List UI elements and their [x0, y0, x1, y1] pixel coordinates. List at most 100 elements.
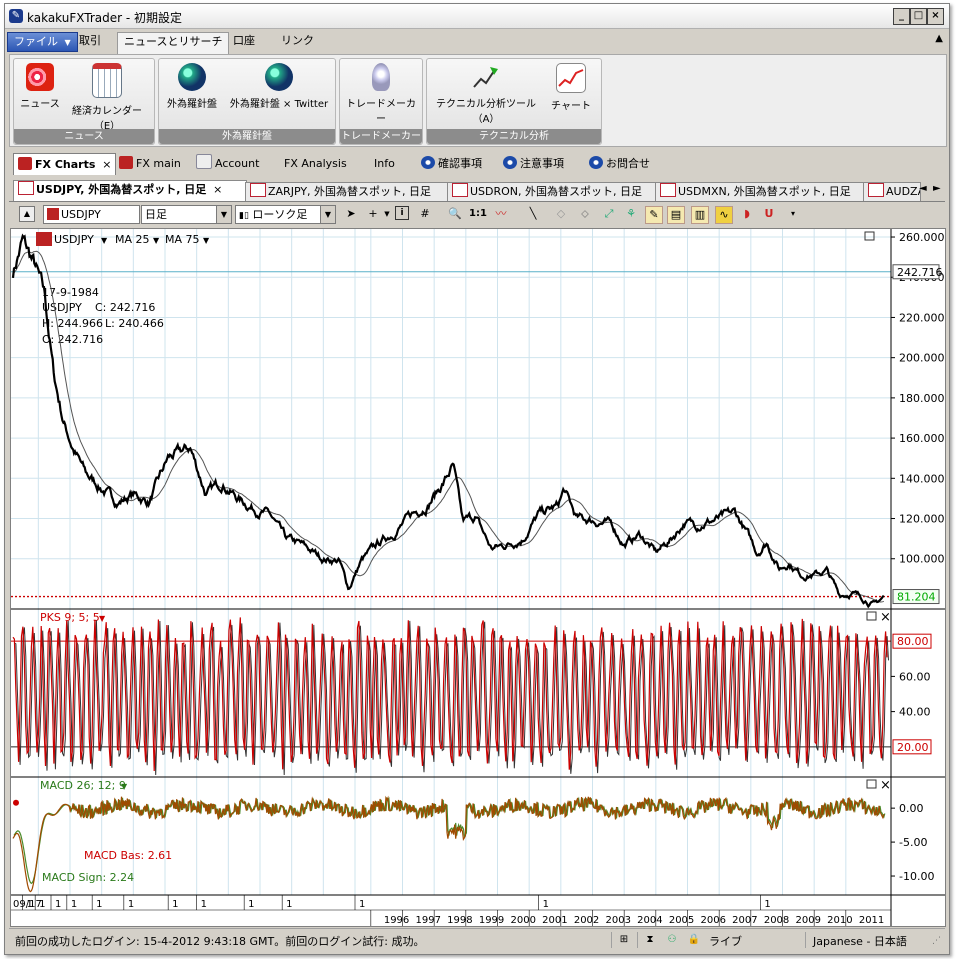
- trade-maker-button[interactable]: トレードメーカー: [343, 63, 419, 125]
- chevron-up-icon[interactable]: ▲: [935, 33, 943, 44]
- minimize-button[interactable]: _: [893, 8, 910, 25]
- network-icon[interactable]: ⊞: [617, 933, 631, 947]
- tab-info[interactable]: Info: [367, 153, 395, 174]
- doc-tab-usdron[interactable]: USDRON, 外国為替スポット, 日足: [447, 182, 657, 201]
- tab-confirmation-label: 確認事項: [438, 157, 482, 170]
- tab-fx-analysis[interactable]: FX Analysis: [277, 153, 347, 174]
- tab-notice-label: 注意事項: [520, 157, 564, 170]
- time-month-label: 1: [764, 899, 770, 910]
- save-template-icon[interactable]: ▥: [691, 206, 709, 224]
- close-button[interactable]: ×: [927, 8, 944, 25]
- ma75-label[interactable]: MA 75: [165, 233, 200, 246]
- time-month-label: 1: [248, 899, 254, 910]
- fibonacci-icon[interactable]: ⤢: [601, 206, 617, 222]
- y-tick-label: 200.000: [899, 352, 945, 365]
- maximize-panel-icon[interactable]: [866, 611, 877, 621]
- chevron-down-icon[interactable]: ▼: [153, 236, 160, 245]
- close-panel-icon[interactable]: ×: [880, 778, 891, 793]
- maximize-button[interactable]: □: [910, 8, 927, 25]
- time-year-label: 1999: [479, 915, 504, 926]
- macd-label[interactable]: MACD 26; 12; 9: [40, 779, 126, 792]
- compass-twitter-button[interactable]: 外為羅針盤 × Twitter: [225, 63, 333, 110]
- close-panel-icon[interactable]: ×: [880, 610, 891, 625]
- collapse-up-icon[interactable]: ▲: [19, 206, 35, 222]
- pks-upper-value: 80.00: [897, 635, 929, 648]
- user-icon[interactable]: ⚇: [665, 933, 679, 947]
- chevron-down-icon[interactable]: ▼: [379, 206, 395, 222]
- fx-icon: [119, 156, 133, 169]
- note-icon[interactable]: ✎: [645, 206, 663, 224]
- template-icon[interactable]: ▤: [667, 206, 685, 224]
- economic-calendar-button[interactable]: 経済カレンダー（E）: [64, 63, 150, 132]
- chevron-down-icon[interactable]: ▼: [121, 782, 128, 791]
- shapes-icon[interactable]: ⬦: [577, 206, 593, 222]
- more-tools-icon[interactable]: ▾: [785, 206, 801, 222]
- tab-confirmation[interactable]: 確認事項: [421, 153, 482, 174]
- tab-account[interactable]: Account: [196, 153, 259, 174]
- macd-sign-label: MACD Sign: 2.24: [42, 871, 134, 884]
- timeframe-select[interactable]: 日足 ▼: [141, 205, 232, 224]
- menu-file[interactable]: ファイル ▼: [7, 32, 78, 52]
- pointer-icon[interactable]: ➤: [343, 206, 359, 222]
- doc-tab-usdjpy[interactable]: USDJPY, 外国為替スポット, 日足 ×: [13, 180, 247, 201]
- time-month-label: 1: [128, 899, 134, 910]
- maximize-panel-icon[interactable]: [864, 231, 875, 241]
- close-icon[interactable]: ×: [102, 158, 111, 171]
- news-button[interactable]: ニュース: [20, 63, 60, 110]
- compass-button[interactable]: 外為羅針盤: [163, 63, 221, 110]
- maximize-panel-icon[interactable]: [866, 779, 877, 789]
- pattern-icon[interactable]: ⚘: [623, 206, 639, 222]
- info-icon[interactable]: i: [395, 206, 409, 220]
- doc-tab-usdmxn[interactable]: USDMXN, 外国為替スポット, 日足: [655, 182, 865, 201]
- price-symbol-label[interactable]: USDJPY: [54, 233, 94, 246]
- time-year-label: 2008: [764, 915, 789, 926]
- doc-tab-audza-label: AUDZA: [886, 185, 920, 198]
- main-window: ✎ kakakuFXTrader - 初期設定 _ □ × ファイル ▼ 取引 …: [4, 3, 950, 955]
- grid-icon[interactable]: #: [417, 206, 433, 222]
- menu-trade[interactable]: 取引: [73, 32, 107, 50]
- magnet-icon[interactable]: U: [761, 206, 777, 222]
- symbol-input[interactable]: USDJPY: [43, 205, 140, 224]
- menu-news-research[interactable]: ニュースとリサーチ: [117, 32, 230, 54]
- tab-contact[interactable]: お問合せ: [589, 153, 650, 174]
- chevron-down-icon[interactable]: ▼: [101, 236, 108, 245]
- menu-account[interactable]: 口座: [227, 32, 261, 50]
- eraser-icon[interactable]: ◇: [553, 206, 569, 222]
- signal-icon[interactable]: ◗: [739, 206, 755, 222]
- technical-tools-button[interactable]: テクニカル分析ツール（A）: [430, 63, 542, 125]
- timeframe-value: 日足: [145, 208, 167, 221]
- line-tool-icon[interactable]: ╲: [525, 206, 541, 222]
- indicator-icon[interactable]: ∿: [715, 206, 733, 224]
- chart-canvas[interactable]: USDJPY ▼ MA 25 ▼ MA 75 ▼ 17-9-1984 USDJP…: [11, 229, 945, 926]
- tab-notice[interactable]: 注意事項: [503, 153, 564, 174]
- cursor-price-badge: 242.716: [892, 264, 943, 280]
- wave-icon[interactable]: 〰: [493, 206, 509, 222]
- chart-button[interactable]: チャート: [545, 63, 597, 112]
- language-selector[interactable]: Japanese - 日本語: [813, 933, 907, 949]
- chart-area[interactable]: USDJPY ▼ MA 25 ▼ MA 75 ▼ 17-9-1984 USDJP…: [10, 228, 946, 927]
- info-symbol: USDJPY: [42, 301, 82, 314]
- close-icon[interactable]: ×: [213, 183, 222, 196]
- doc-tab-audza[interactable]: AUDZA: [863, 182, 921, 201]
- zoom-icon[interactable]: 🔍: [447, 206, 463, 222]
- time-year-label: 2004: [637, 915, 662, 926]
- tab-fx-main[interactable]: FX main: [119, 153, 181, 174]
- tab-fx-charts[interactable]: FX Charts ×: [13, 153, 117, 175]
- chevron-down-icon[interactable]: ▼: [203, 236, 210, 245]
- pks-label[interactable]: PKS 9; 5; 5: [40, 611, 100, 624]
- ratio-button[interactable]: 1:1: [467, 206, 489, 222]
- chevron-down-icon[interactable]: ▼: [99, 614, 106, 623]
- resize-grip-icon[interactable]: ⋰: [932, 936, 941, 946]
- chart-icon: [556, 63, 586, 93]
- tab-contact-label: お問合せ: [606, 157, 650, 170]
- doc-tab-zarjpy[interactable]: ZARJPY, 外国為替スポット, 日足: [245, 182, 449, 201]
- fx-icon: [36, 232, 52, 246]
- ribbon: ニュース 経済カレンダー（E） ニュース 外為羅針盤 外為羅針盤 × Twitt…: [9, 54, 947, 147]
- menu-links[interactable]: リンク: [275, 32, 320, 50]
- time-month-label: 1: [27, 899, 33, 910]
- tab-scroll-left-icon[interactable]: ◄: [919, 183, 927, 194]
- chart-type-select[interactable]: ▮▯ ローソク足 ▼: [235, 205, 336, 224]
- chart-icon: [868, 183, 884, 197]
- ma25-label[interactable]: MA 25: [115, 233, 150, 246]
- tab-scroll-right-icon[interactable]: ►: [933, 183, 941, 194]
